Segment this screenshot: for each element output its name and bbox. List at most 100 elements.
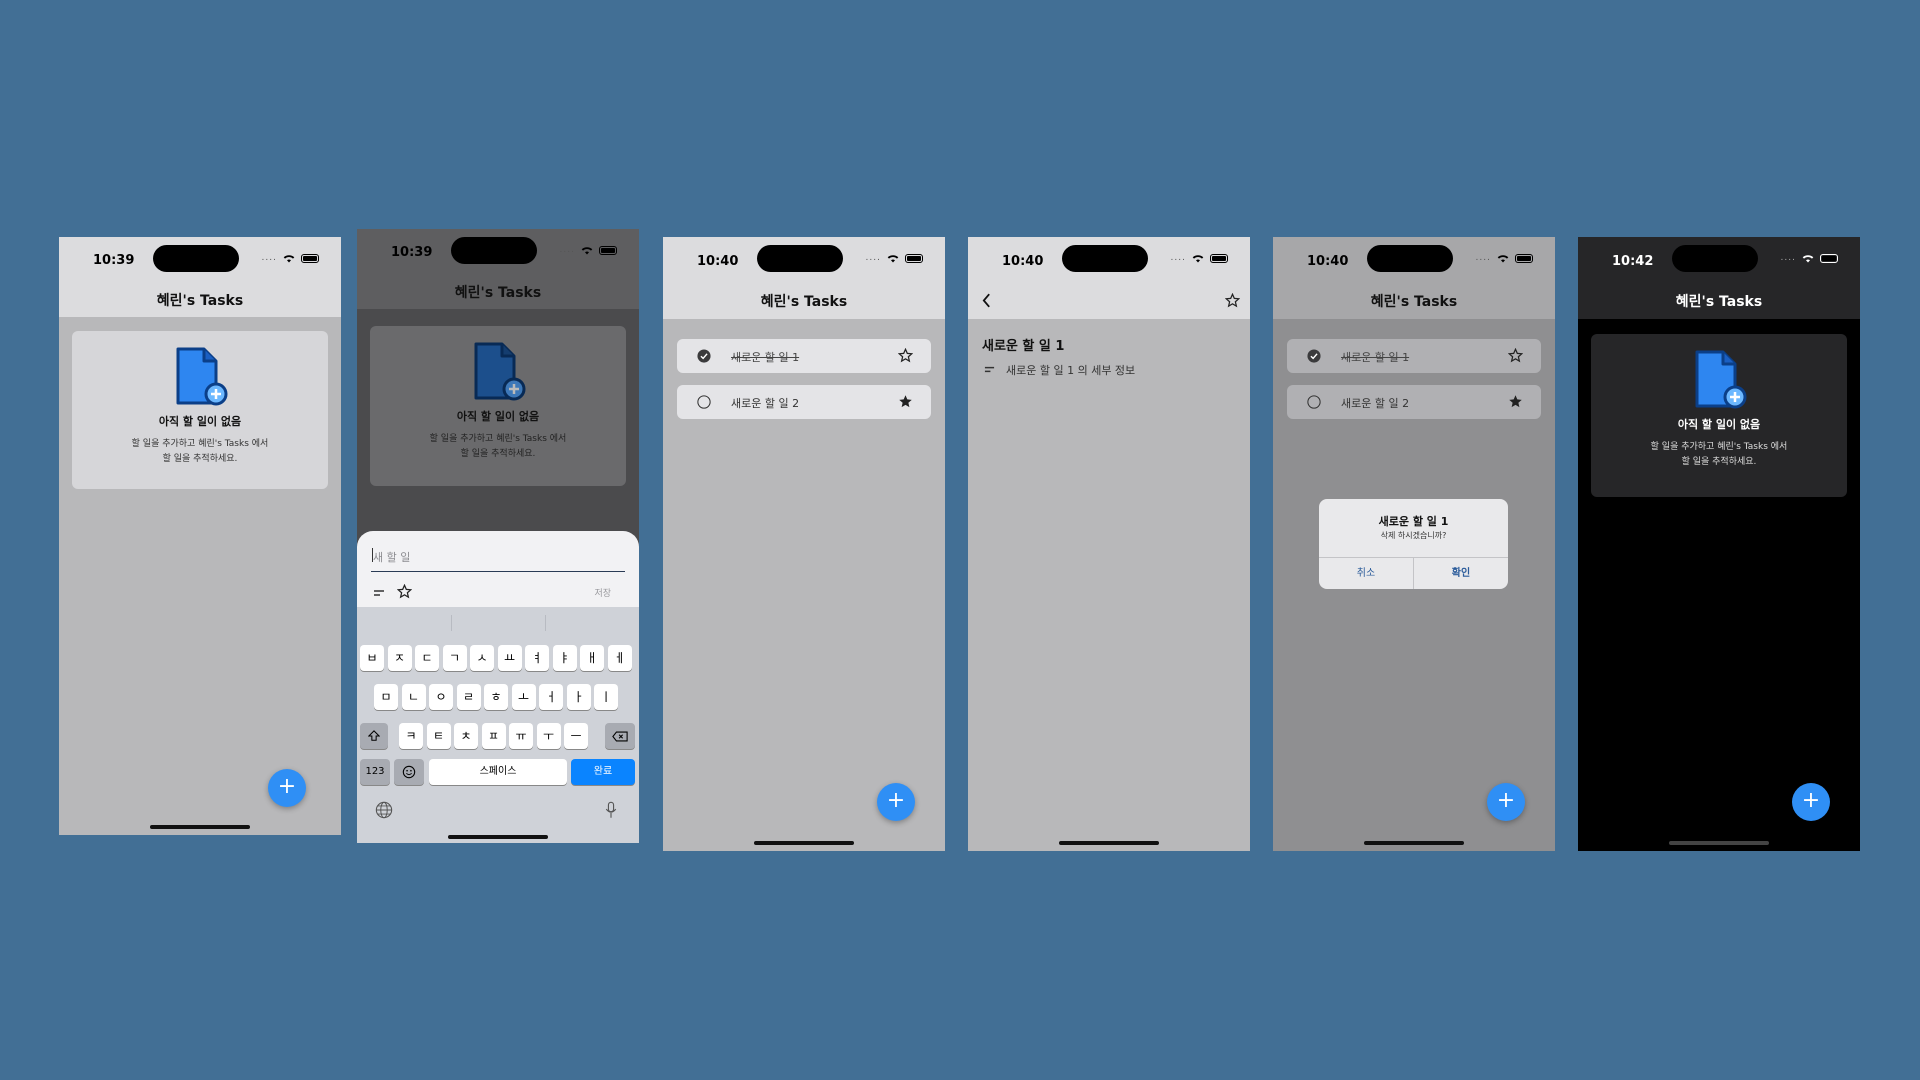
suggestion-divider [451,615,452,631]
dynamic-island [153,245,239,272]
task-row[interactable]: 새로운 할 일 2 [1287,385,1541,419]
status-time: 10:42 [1612,254,1654,269]
add-document-icon [1695,350,1747,409]
key-row3-6[interactable]: ㅡ [564,723,588,749]
details-icon[interactable] [373,587,385,599]
key-row1-2[interactable]: ㄷ [415,645,439,671]
key-row2-5[interactable]: ㅗ [511,684,536,710]
star-filled-icon[interactable] [1508,394,1523,409]
empty-title: 아직 할 일이 없음 [1677,418,1761,431]
key-row2-6[interactable]: ㅓ [539,684,563,710]
delete-alert-dialog: 새로운 할 일 1 삭제 하시겠습니까? 취소 확인 [1319,499,1508,589]
nav-bar: 혜린's Tasks [1273,283,1555,319]
wifi-icon [1802,255,1814,263]
dynamic-island [451,237,537,264]
key-row1-9[interactable]: ㅔ [607,645,632,671]
key-row1-1[interactable]: ㅈ [387,645,412,671]
text-cursor [372,548,373,562]
done-key[interactable]: 완료 [571,759,635,785]
key-row1-4[interactable]: ㅅ [470,645,494,671]
task-label: 새로운 할 일 1 [731,351,800,364]
wifi-icon [581,247,593,255]
key-row3-3[interactable]: ㅍ [481,723,506,749]
app-title: 혜린's Tasks [760,294,848,310]
backspace-key[interactable] [605,723,635,749]
new-task-placeholder: 새 할 일 [373,551,411,564]
microphone-icon[interactable] [605,801,617,819]
space-key[interactable]: 스페이스 [429,759,567,785]
save-button[interactable]: 저장 [594,586,611,599]
app-title: 혜린's Tasks [454,285,542,301]
key-row2-3[interactable]: ㄹ [456,684,481,710]
emoji-key[interactable] [394,759,424,785]
add-task-button[interactable]: + [877,783,915,821]
home-indicator [1364,841,1464,845]
add-document-icon [474,342,526,401]
task-row[interactable]: 새로운 할 일 2 [677,385,931,419]
signal-dots-icon: .... [1780,253,1796,263]
star-outline-icon[interactable] [397,584,412,599]
app-title: 혜린's Tasks [1370,294,1458,310]
key-row2-2[interactable]: ㅇ [429,684,453,710]
shift-key[interactable] [360,723,388,749]
add-task-button[interactable]: + [1792,783,1830,821]
checkmark-circle-icon[interactable] [1307,349,1321,363]
status-bar: 10:40 .... [968,237,1250,283]
star-outline-icon[interactable] [1508,348,1523,363]
key-row3-5[interactable]: ㅜ [536,723,561,749]
battery-icon [1210,253,1228,263]
nav-bar: 혜린's Tasks [357,275,639,309]
status-bar: 10:40 .... [663,237,945,283]
screen-empty-dark: 10:42 .... 혜린's Tasks 아직 할 일이 없음 할 일을 추가… [1578,237,1860,851]
add-task-button[interactable]: + [268,769,306,807]
key-row1-3[interactable]: ㄱ [442,645,467,671]
key-row1-6[interactable]: ㅕ [525,645,549,671]
confirm-button[interactable]: 확인 [1414,558,1508,589]
key-row1-8[interactable]: ㅐ [580,645,604,671]
key-row2-8[interactable]: ㅣ [594,684,618,710]
task-label: 새로운 할 일 2 [1341,397,1410,410]
globe-icon[interactable] [375,801,393,819]
numbers-key[interactable]: 123 [360,759,390,785]
star-outline-icon[interactable] [1225,293,1240,308]
new-task-input[interactable]: 새 할 일 [371,543,625,572]
empty-circle-icon[interactable] [697,395,711,409]
key-row3-4[interactable]: ㅠ [509,723,533,749]
key-row3-1[interactable]: ㅌ [426,723,451,749]
key-row3-2[interactable]: ㅊ [454,723,478,749]
emoji-icon [402,765,416,779]
key-row2-0[interactable]: ㅁ [374,684,398,710]
back-chevron-icon[interactable] [982,293,991,308]
dynamic-island [757,245,843,272]
key-row2-1[interactable]: ㄴ [401,684,426,710]
key-row2-4[interactable]: ㅎ [484,684,508,710]
cancel-button[interactable]: 취소 [1319,558,1413,589]
battery-icon [1820,253,1838,263]
task-row[interactable]: 새로운 할 일 1 [677,339,931,373]
empty-title: 아직 할 일이 없음 [158,415,242,428]
add-document-icon [176,347,228,406]
add-task-button[interactable]: + [1487,783,1525,821]
empty-description: 할 일을 추가하고 혜린's Tasks 에서 할 일을 추적하세요. [370,432,626,462]
battery-icon [905,253,923,263]
task-detail-notes[interactable]: 새로운 할 일 1 의 세부 정보 [1006,362,1135,378]
key-row3-0[interactable]: ㅋ [399,723,423,749]
status-time: 10:40 [697,254,739,269]
star-outline-icon[interactable] [898,348,913,363]
wifi-icon [887,255,899,263]
key-row1-7[interactable]: ㅑ [552,645,577,671]
key-row1-5[interactable]: ㅛ [497,645,522,671]
status-time: 10:39 [93,253,135,268]
alert-message: 삭제 하시겠습니까? [1380,531,1447,540]
key-row2-7[interactable]: ㅏ [566,684,591,710]
empty-description: 할 일을 추가하고 혜린's Tasks 에서 할 일을 추적하세요. [72,437,328,467]
wifi-icon [1192,255,1204,263]
empty-title: 아직 할 일이 없음 [456,410,540,423]
checkmark-circle-icon[interactable] [697,349,711,363]
task-row[interactable]: 새로운 할 일 1 [1287,339,1541,373]
empty-state-card: 아직 할 일이 없음 할 일을 추가하고 혜린's Tasks 에서 할 일을 … [370,326,626,486]
star-filled-icon[interactable] [898,394,913,409]
notes-icon [984,366,995,373]
empty-circle-icon[interactable] [1307,395,1321,409]
key-row1-0[interactable]: ㅂ [360,645,384,671]
